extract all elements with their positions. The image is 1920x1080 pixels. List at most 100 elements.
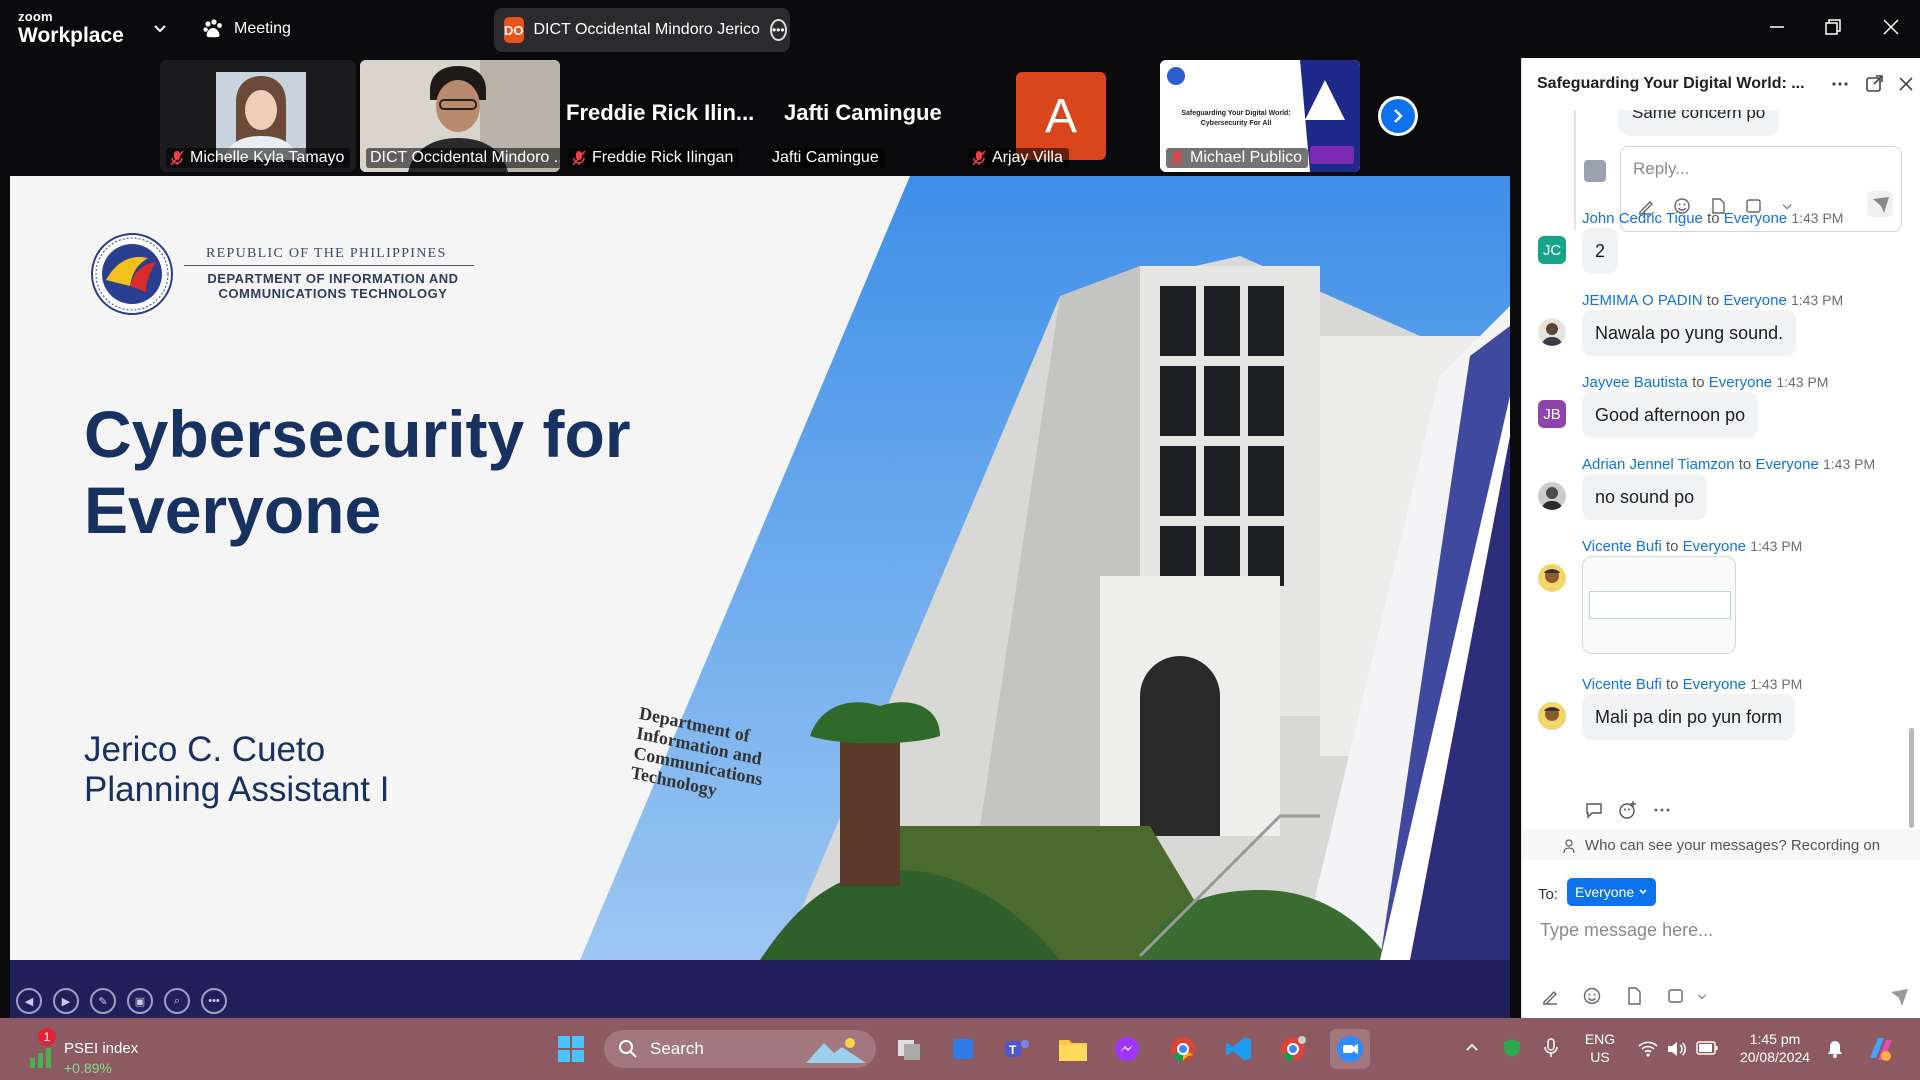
task-view-icon[interactable] — [892, 1032, 926, 1066]
message-bubble[interactable]: Good afternoon po — [1582, 392, 1759, 438]
people-icon — [1563, 838, 1575, 853]
next-page-button[interactable] — [1378, 96, 1418, 136]
participant-display-name: Jafti Camingue — [784, 100, 942, 125]
messenger-icon[interactable] — [1110, 1032, 1144, 1066]
minimize-icon[interactable] — [1766, 16, 1788, 38]
mic-muted-icon — [972, 150, 986, 166]
zoom-search-icon[interactable]: ⌕ — [164, 988, 190, 1014]
mic-muted-icon — [572, 150, 586, 166]
presenter-info: Jerico C. Cueto Planning Assistant I — [84, 730, 390, 809]
participant-tile[interactable]: A Arjay Villa — [962, 60, 1158, 172]
language-indicator[interactable]: ENG US — [1580, 1030, 1620, 1066]
message-meta: Adrian Jennel Tiamzon to Everyone 1:43 P… — [1582, 456, 1876, 473]
file-icon[interactable] — [1624, 986, 1644, 1006]
notification-badge: 1 — [38, 1028, 56, 1046]
participant-tile-active-speaker[interactable]: DICT Occidental Mindoro ... — [360, 60, 560, 172]
participant-name: Michelle Kyla Tamayo — [166, 148, 351, 168]
more-options-icon[interactable]: ••• — [769, 19, 787, 41]
wifi-icon[interactable] — [1638, 1040, 1658, 1058]
message-input[interactable]: Type message here... — [1540, 920, 1713, 941]
emoji-icon[interactable] — [1582, 986, 1602, 1006]
more-options-icon[interactable] — [1830, 74, 1850, 94]
close-chat-icon[interactable] — [1896, 74, 1916, 94]
windows-taskbar: 1 PSEI index +0.89% Search T ENG US 1:45… — [0, 1018, 1920, 1080]
send-icon[interactable] — [1867, 191, 1893, 217]
message-actions — [1584, 800, 1672, 820]
popout-icon[interactable] — [1864, 74, 1884, 94]
participant-tile[interactable]: Michelle Kyla Tamayo — [160, 60, 356, 172]
message-bubble[interactable]: Nawala po yung sound. — [1582, 310, 1797, 356]
gallery-strip: Michelle Kyla Tamayo DICT Occidental Min… — [0, 58, 1520, 176]
clock[interactable]: 1:45 pm 20/08/2024 — [1730, 1030, 1820, 1066]
avatar: JB — [1538, 400, 1566, 428]
search-icon — [619, 1040, 637, 1058]
slide-footer-band — [10, 960, 1510, 1018]
screenshot-icon[interactable] — [1666, 986, 1686, 1006]
battery-icon[interactable] — [1696, 1041, 1718, 1055]
visibility-notice[interactable]: Who can see your messages? Recording on — [1522, 830, 1920, 860]
shared-screen-slide: REPUBLIC OF THE PHILIPPINES DEPARTMENT O… — [10, 176, 1510, 960]
volume-icon[interactable] — [1666, 1040, 1686, 1058]
message-meta: Vicente Bufi to Everyone 1:43 PM — [1582, 538, 1803, 555]
close-icon[interactable] — [1880, 16, 1902, 38]
file-explorer-icon[interactable] — [1056, 1032, 1090, 1066]
chevron-up-icon[interactable] — [1464, 1040, 1480, 1056]
send-icon[interactable] — [1888, 986, 1910, 1008]
copilot-icon[interactable] — [1866, 1034, 1896, 1064]
message-meta: John Cedric Tigue to Everyone 1:43 PM — [1582, 210, 1844, 227]
gov-line-1: REPUBLIC OF THE PHILIPPINES — [206, 246, 447, 261]
participant-tile[interactable]: Freddie Rick Ilin... Freddie Rick Ilinga… — [562, 60, 762, 172]
stock-change: +0.89% — [64, 1060, 112, 1076]
participant-display-name: Freddie Rick Ilin... — [566, 100, 755, 125]
slide-view-icon[interactable]: ▣ — [127, 988, 153, 1014]
add-reaction-icon[interactable] — [1618, 800, 1638, 820]
participant-tile[interactable]: Jafti Camingue Jafti Camingue — [762, 60, 962, 172]
chevron-right-icon — [1394, 109, 1403, 123]
format-text-icon[interactable] — [1540, 986, 1560, 1006]
message-meta: Vicente Bufi to Everyone 1:43 PM — [1582, 676, 1803, 693]
meeting-info-pill[interactable]: DO DICT Occidental Mindoro Jerico ••• — [494, 8, 790, 52]
meeting-label: Meeting — [234, 20, 291, 37]
image-attachment[interactable] — [1582, 556, 1736, 654]
annotate-pen-icon[interactable]: ✎ — [90, 988, 116, 1014]
stock-name: PSEI index — [64, 1040, 139, 1057]
reply-icon[interactable] — [1584, 800, 1604, 820]
chat-scrollbar[interactable] — [1909, 728, 1914, 828]
microphone-icon[interactable] — [1542, 1038, 1560, 1058]
notification-bell-icon[interactable] — [1826, 1039, 1844, 1059]
meeting-button[interactable]: Meeting — [202, 16, 291, 42]
message-meta: Jayvee Bautista to Everyone 1:43 PM — [1582, 374, 1829, 391]
chevron-down-icon — [1639, 889, 1647, 895]
chat-panel: Safeguarding Your Digital World: ... Sam… — [1521, 58, 1920, 1018]
previous-slide-icon[interactable]: ◀ — [16, 988, 42, 1014]
divider — [184, 265, 474, 266]
message-bubble[interactable]: 2 — [1582, 228, 1619, 274]
widgets-icon[interactable] — [946, 1032, 980, 1066]
paw-icon — [203, 19, 222, 38]
security-icon[interactable] — [1502, 1038, 1522, 1058]
recipient-select[interactable]: Everyone — [1567, 878, 1657, 906]
zoom-app-icon[interactable] — [1330, 1029, 1370, 1069]
message-bubble[interactable]: no sound po — [1582, 474, 1708, 520]
zoom-workplace-logo[interactable]: zoom Workplace — [18, 10, 124, 46]
chevron-down-icon[interactable] — [152, 20, 168, 36]
next-slide-icon[interactable]: ▶ — [53, 988, 79, 1014]
svg-text:T: T — [1009, 1043, 1017, 1057]
more-icon[interactable]: ••• — [201, 988, 227, 1014]
participant-name: Freddie Rick Ilingan — [568, 148, 740, 168]
restore-icon[interactable] — [1822, 16, 1844, 38]
participant-name: Michael Publico — [1166, 148, 1309, 168]
message-bubble[interactable]: Mali pa din po yun form — [1582, 694, 1796, 740]
windows-start-icon[interactable] — [554, 1032, 588, 1066]
stock-chart-icon — [30, 1048, 51, 1068]
vscode-icon[interactable] — [1222, 1032, 1256, 1066]
gov-line-2: DEPARTMENT OF INFORMATION AND COMMUNICAT… — [207, 271, 459, 301]
more-icon[interactable] — [1652, 800, 1672, 820]
chrome-profile-icon[interactable] — [1276, 1032, 1310, 1066]
teams-icon[interactable]: T — [1000, 1032, 1034, 1066]
participant-tile[interactable]: Safeguarding Your Digital World: Cyberse… — [1160, 60, 1360, 172]
chrome-icon[interactable] — [1166, 1032, 1200, 1066]
chevron-down-icon[interactable] — [1696, 986, 1708, 1006]
title-bar: zoom Workplace Meeting DO DICT Occidenta… — [0, 0, 1920, 58]
taskbar-search[interactable]: Search — [604, 1030, 876, 1068]
